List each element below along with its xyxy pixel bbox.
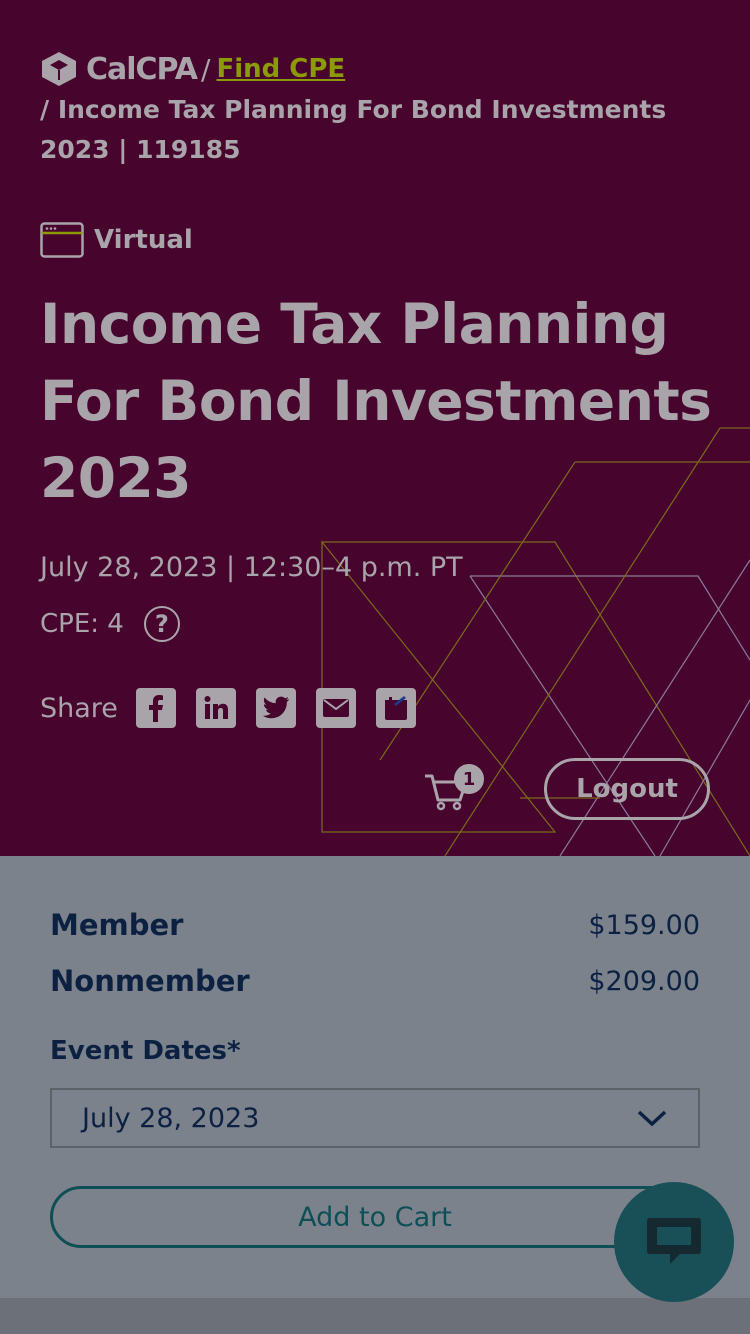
brand-name[interactable]: CalCPA [86,52,198,87]
linkedin-icon[interactable] [195,688,236,728]
logout-button[interactable]: Logout [544,758,710,820]
event-date-select[interactable]: July 28, 2023 [50,1088,700,1148]
share-label: Share [40,692,118,724]
chat-button[interactable] [614,1182,734,1302]
cart-count-badge: 1 [454,764,484,794]
browser-window-icon [40,222,84,258]
event-dates-label: Event Dates* [50,1036,241,1066]
facebook-icon[interactable] [135,688,176,728]
event-date-selected: July 28, 2023 [82,1102,260,1134]
twitter-icon[interactable] [255,688,296,728]
add-to-cart-button[interactable]: Add to Cart [50,1186,700,1248]
chevron-down-icon [637,1110,667,1127]
breadcrumb-current-page: / Income Tax Planning For Bond Investmen… [40,95,667,164]
help-icon[interactable]: ? [143,606,180,642]
event-format: Virtual [40,222,193,258]
member-price: $159.00 [588,909,700,941]
calendar-icon[interactable] [375,688,416,728]
member-label: Member [50,908,184,942]
share-bar: Share [40,688,436,728]
format-label: Virtual [94,225,193,255]
event-title: Income Tax Planning For Bond Investments… [40,292,712,510]
breadcrumb: CalCPA / Find CPE [40,50,345,88]
event-hero: CalCPA / Find CPE / Income Tax Planning … [0,0,750,856]
email-icon[interactable] [315,688,356,728]
nonmember-label: Nonmember [50,964,250,998]
member-price-row: Member $159.00 [50,908,700,942]
nonmember-price: $209.00 [588,965,700,997]
find-cpe-link[interactable]: Find CPE [216,54,345,84]
nonmember-price-row: Nonmember $209.00 [50,964,700,998]
cart-button[interactable]: 1 [422,764,488,814]
cpe-label: CPE: 4 [40,609,124,639]
cpe-credits: CPE: 4 ? [40,606,180,642]
calcpa-logo-icon[interactable] [40,50,78,88]
chat-bubble-icon [647,1218,701,1264]
breadcrumb-separator: / [201,52,211,86]
event-date-time: July 28, 2023 | 12:30–4 p.m. PT [40,552,463,583]
